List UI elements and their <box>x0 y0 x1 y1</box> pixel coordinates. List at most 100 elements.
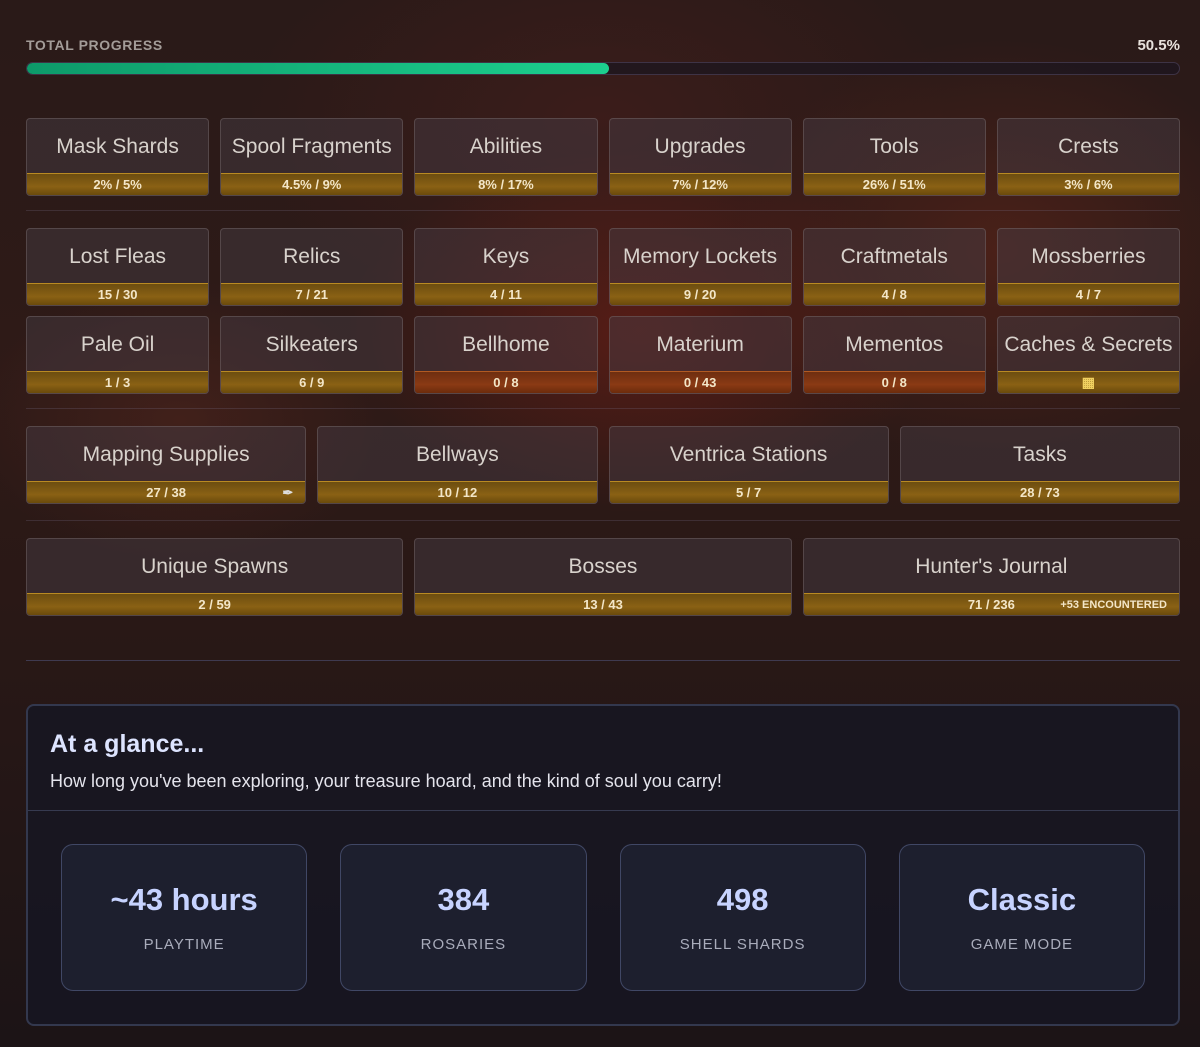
card-title: Spool Fragments <box>231 134 392 158</box>
card-memory-lockets[interactable]: Memory Lockets 9 / 20 <box>608 228 792 306</box>
card-ventrica-stations[interactable]: Ventrica Stations 5 / 7 <box>608 426 889 504</box>
card-title: Caches & Secrets <box>1004 332 1173 356</box>
card-tools[interactable]: Tools 26% / 51% <box>802 118 986 196</box>
card-value: 27 / 38 <box>146 485 186 500</box>
stat-value: 498 <box>716 882 769 917</box>
card-title: Bosses <box>568 554 638 578</box>
card-title: Silkeaters <box>265 332 358 356</box>
card-progress: ▦ <box>997 371 1179 393</box>
card-bellways[interactable]: Bellways 10 / 12 <box>317 426 598 504</box>
card-mask-shards[interactable]: Mask Shards 2% / 5% <box>26 118 210 196</box>
card-progress: 4 / 11 <box>415 283 597 305</box>
section-divider <box>26 660 1180 661</box>
at-a-glance-panel: At a glance... How long you've been expl… <box>26 704 1180 1026</box>
glance-title: At a glance... <box>50 730 205 758</box>
card-materium[interactable]: Materium 0 / 43 <box>608 316 792 394</box>
card-bellhome[interactable]: Bellhome 0 / 8 <box>414 316 598 394</box>
card-mementos[interactable]: Mementos 0 / 8 <box>802 316 986 394</box>
card-progress: 7 / 21 <box>221 283 403 305</box>
card-value: 0 / 8 <box>881 375 907 390</box>
stat-label: SHELL SHARDS <box>679 936 806 953</box>
card-value: 2% / 5% <box>93 177 142 192</box>
section-divider <box>26 408 1180 409</box>
card-mapping-supplies[interactable]: Mapping Supplies 27 / 38 ✒ <box>26 426 307 504</box>
construction-icon: ▦ <box>1081 374 1096 390</box>
stat-label: ROSARIES <box>420 936 507 953</box>
card-craftmetals[interactable]: Craftmetals 4 / 8 <box>802 228 986 306</box>
card-unique-spawns[interactable]: Unique Spawns 2 / 59 <box>26 538 404 616</box>
card-progress: 71 / 236 +53 ENCOUNTERED <box>803 593 1179 615</box>
card-title: Ventrica Stations <box>669 442 828 466</box>
card-progress: 1 / 3 <box>27 371 209 393</box>
card-pale-oil[interactable]: Pale Oil 1 / 3 <box>26 316 210 394</box>
card-title: Upgrades <box>654 134 746 158</box>
card-title: Tasks <box>1013 442 1067 466</box>
stat-label: GAME MODE <box>970 936 1074 953</box>
card-title: Mementos <box>845 332 944 356</box>
card-progress: 27 / 38 ✒ <box>27 481 306 503</box>
category-row-percent: Mask Shards 2% / 5% Spool Fragments 4.5%… <box>26 118 1180 196</box>
card-progress: 2% / 5% <box>27 173 209 195</box>
card-value: 71 / 236 <box>967 597 1015 612</box>
card-progress: 15 / 30 <box>27 283 209 305</box>
card-value: 1 / 3 <box>104 375 131 390</box>
card-relics[interactable]: Relics 7 / 21 <box>220 228 404 306</box>
card-title: Lost Fleas <box>69 244 167 268</box>
card-silkeaters[interactable]: Silkeaters 6 / 9 <box>220 316 404 394</box>
card-title: Keys <box>482 244 530 268</box>
card-mossberries[interactable]: Mossberries 4 / 7 <box>996 228 1180 306</box>
card-title: Memory Lockets <box>623 244 778 268</box>
card-progress: 3% / 6% <box>997 173 1179 195</box>
card-value: 10 / 12 <box>437 485 478 500</box>
card-tasks[interactable]: Tasks 28 / 73 <box>899 426 1180 504</box>
card-value: 6 / 9 <box>299 375 325 390</box>
quill-icon: ✒ <box>282 484 294 500</box>
total-progress-value: 50.5% <box>1137 36 1180 54</box>
encountered-badge: +53 ENCOUNTERED <box>1060 598 1167 611</box>
card-progress: 5 / 7 <box>609 481 888 503</box>
card-crests[interactable]: Crests 3% / 6% <box>996 118 1180 196</box>
stat-label: PLAYTIME <box>143 936 225 953</box>
card-hunters-journal[interactable]: Hunter's Journal 71 / 236 +53 ENCOUNTERE… <box>802 538 1180 616</box>
card-progress: 10 / 12 <box>318 481 597 503</box>
section-divider <box>26 210 1180 211</box>
card-title: Pale Oil <box>80 332 155 356</box>
card-bosses[interactable]: Bosses 13 / 43 <box>414 538 792 616</box>
stat-value: 384 <box>437 882 490 917</box>
card-upgrades[interactable]: Upgrades 7% / 12% <box>608 118 792 196</box>
card-progress: 6 / 9 <box>221 371 403 393</box>
total-progress: TOTAL PROGRESS 50.5% <box>26 36 1180 75</box>
stat-playtime: ~43 hours PLAYTIME <box>61 844 308 991</box>
card-abilities[interactable]: Abilities 8% / 17% <box>414 118 598 196</box>
category-row-collectibles-1: Lost Fleas 15 / 30 Relics 7 / 21 Keys 4 … <box>26 228 1180 306</box>
category-row-navigation: Mapping Supplies 27 / 38 ✒ Bellways 10 /… <box>26 426 1180 504</box>
card-value: 8% / 17% <box>478 177 534 192</box>
card-value: 4 / 7 <box>1075 287 1102 302</box>
card-progress: 13 / 43 <box>415 593 791 615</box>
stat-game-mode: Classic GAME MODE <box>898 844 1145 991</box>
card-caches-secrets[interactable]: Caches & Secrets ▦ <box>996 316 1180 394</box>
card-title: Bellways <box>415 442 499 466</box>
stat-shell-shards: 498 SHELL SHARDS <box>619 844 866 991</box>
card-value: 2 / 59 <box>198 597 231 612</box>
card-progress: 26% / 51% <box>803 173 985 195</box>
glance-subtitle: How long you've been exploring, your tre… <box>50 771 722 791</box>
stat-value: Classic <box>967 882 1077 917</box>
card-title: Mapping Supplies <box>82 442 250 466</box>
card-progress: 0 / 43 <box>609 371 791 393</box>
card-lost-fleas[interactable]: Lost Fleas 15 / 30 <box>26 228 210 306</box>
category-row-encounters: Unique Spawns 2 / 59 Bosses 13 / 43 Hunt… <box>26 538 1180 616</box>
card-title: Hunter's Journal <box>915 554 1068 578</box>
card-progress: 7% / 12% <box>609 173 791 195</box>
card-keys[interactable]: Keys 4 / 11 <box>414 228 598 306</box>
card-value: 0 / 8 <box>493 375 519 390</box>
stat-rosaries: 384 ROSARIES <box>340 844 587 991</box>
card-spool-fragments[interactable]: Spool Fragments 4.5% / 9% <box>220 118 404 196</box>
card-progress: 4 / 8 <box>803 283 985 305</box>
card-progress: 4.5% / 9% <box>221 173 403 195</box>
card-progress: 28 / 73 <box>900 481 1179 503</box>
card-title: Abilities <box>469 134 543 158</box>
card-title: Craftmetals <box>840 244 948 268</box>
card-value: 7% / 12% <box>672 177 728 192</box>
card-progress: 4 / 7 <box>997 283 1179 305</box>
